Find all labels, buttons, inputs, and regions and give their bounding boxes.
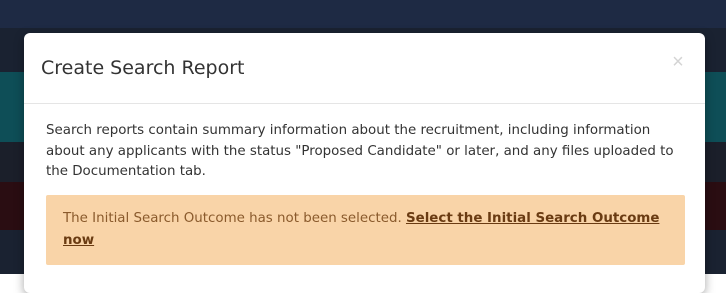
- modal-body: Search reports contain summary informati…: [24, 104, 705, 265]
- close-icon[interactable]: ×: [669, 53, 687, 71]
- warning-alert: The Initial Search Outcome has not been …: [46, 195, 685, 265]
- alert-message: The Initial Search Outcome has not been …: [63, 211, 406, 226]
- create-search-report-modal: Create Search Report × Search reports co…: [24, 33, 705, 293]
- modal-title: Create Search Report: [41, 57, 244, 79]
- background-header: [0, 0, 726, 28]
- modal-description: Search reports contain summary informati…: [46, 121, 685, 183]
- modal-header: Create Search Report ×: [24, 33, 705, 104]
